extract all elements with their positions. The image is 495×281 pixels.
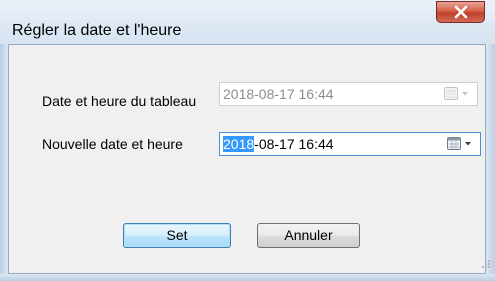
new-datetime-picker[interactable]: 2018-08-17 16:44	[219, 132, 481, 156]
window-title: Régler la date et l'heure	[12, 22, 182, 39]
set-button[interactable]: Set	[123, 223, 231, 248]
resize-grip-icon[interactable]	[481, 259, 491, 269]
new-datetime-label: Nouvelle date et heure	[42, 136, 183, 152]
dialog-window: Régler la date et l'heure Date et heure …	[0, 0, 495, 281]
title-bar[interactable]: Régler la date et l'heure	[0, 0, 495, 45]
year-segment-selected[interactable]: 2018	[223, 136, 255, 152]
cancel-button[interactable]: Annuler	[257, 223, 360, 248]
new-datetime-value[interactable]: 2018-08-17 16:44	[223, 136, 334, 152]
table-datetime-picker: 2018-08-17 16:44	[219, 82, 478, 106]
table-datetime-value: 2018-08-17 16:44	[223, 86, 334, 102]
calendar-dropdown-icon	[444, 87, 468, 100]
window-frame-bottom	[0, 274, 495, 281]
table-datetime-label: Date et heure du tableau	[42, 93, 197, 109]
dialog-body: Date et heure du tableau 2018-08-17 16:4…	[8, 44, 490, 274]
new-datetime-rest: -08-17 16:44	[254, 136, 334, 152]
window-frame-left	[0, 44, 8, 281]
calendar-dropdown-icon[interactable]	[446, 136, 476, 152]
close-icon	[454, 5, 468, 19]
close-button[interactable]	[436, 1, 485, 23]
window-frame-right	[486, 44, 495, 281]
